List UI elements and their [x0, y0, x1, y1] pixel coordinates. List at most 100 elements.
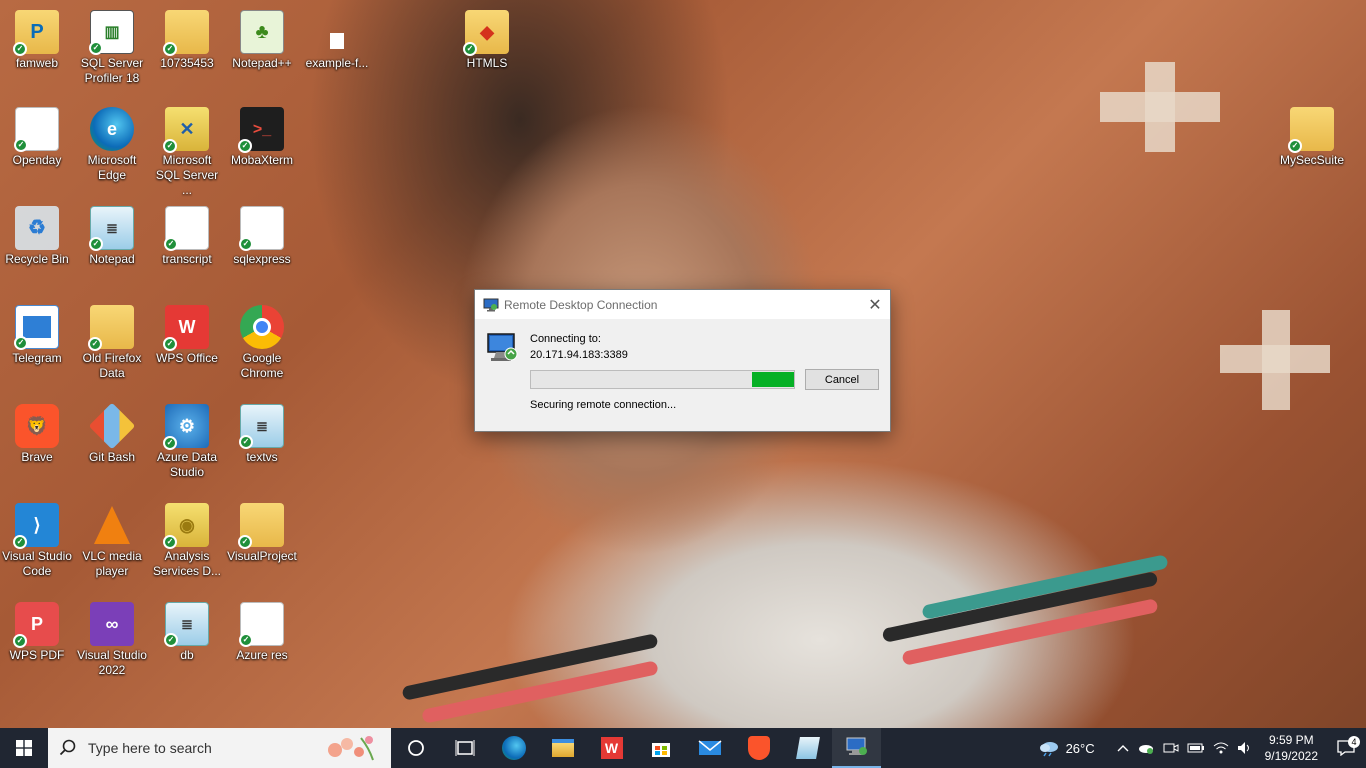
tray-battery[interactable] — [1183, 742, 1209, 754]
notepad-icon: ≣ ✓ — [239, 404, 284, 449]
cortana-button[interactable] — [391, 728, 440, 768]
desktop-icon-notepad[interactable]: ≣ ✓ Notepad — [75, 206, 149, 267]
battery-icon — [1187, 743, 1204, 753]
sync-status-icon: ✓ — [13, 42, 27, 56]
sql-server-icon: ✕ ✓ — [163, 107, 209, 153]
desktop-icon-wps-pdf[interactable]: P ✓ WPS PDF — [0, 602, 74, 663]
desktop-icon-wps-office[interactable]: W ✓ WPS Office — [150, 305, 224, 366]
desktop-icon-edge[interactable]: e Microsoft Edge — [75, 107, 149, 183]
desktop-icon-label: WPS Office — [156, 351, 218, 365]
notepad-icon — [795, 737, 820, 759]
tray-meet-now[interactable] — [1159, 741, 1183, 755]
taskbar-notepad[interactable] — [783, 728, 832, 768]
sync-status-icon: ✓ — [13, 634, 27, 648]
html-folder-icon: ◆ ✓ — [463, 10, 509, 56]
notepad-icon: ≣ ✓ — [89, 206, 134, 251]
desktop-icon-label: MySecSuite — [1279, 153, 1345, 167]
taskbar-microsoft-store[interactable] — [636, 728, 685, 768]
desktop-icon-brave[interactable]: 🦁 Brave — [0, 404, 74, 465]
desktop-icon-db[interactable]: ≣ ✓ db — [150, 602, 224, 663]
taskbar-mail[interactable] — [685, 728, 734, 768]
taskbar-search-box[interactable]: Type here to search — [48, 728, 391, 768]
desktop-icon-mobaxterm[interactable]: >_ ✓ MobaXterm — [225, 107, 299, 168]
sync-status-icon: ✓ — [163, 337, 177, 351]
wifi-icon — [1213, 742, 1228, 754]
show-hidden-icons-button[interactable] — [1113, 744, 1133, 752]
wps-office-icon: W ✓ — [163, 305, 209, 351]
desktop-icon-azure-res[interactable]: ≡ ✓ Azure res — [225, 602, 299, 663]
desktop-icon-label: Azure Data Studio — [156, 450, 218, 479]
desktop-icon-label: Telegram — [12, 351, 62, 365]
taskbar-edge[interactable] — [489, 728, 538, 768]
vscode-icon: ⟩ ✓ — [13, 503, 59, 549]
taskbar-file-explorer[interactable] — [538, 728, 587, 768]
desktop-icon-label: Old Firefox Data — [82, 351, 142, 380]
taskbar-wps-office[interactable]: W — [587, 728, 636, 768]
desktop-icon-label: Analysis Services D... — [152, 549, 221, 578]
desktop-icon-visual-studio[interactable]: ∞ Visual Studio 2022 — [75, 602, 149, 678]
desktop-icon-sql-profiler[interactable]: ▥ ✓ SQL Server Profiler 18 — [75, 10, 149, 86]
tray-wifi[interactable] — [1209, 741, 1233, 755]
sync-status-icon: ✓ — [14, 138, 28, 152]
camera-icon — [1163, 743, 1179, 753]
desktop-icon-example-file[interactable]: example-f... — [300, 10, 374, 71]
start-button[interactable] — [0, 728, 48, 768]
desktop-icon-recycle-bin[interactable]: ♻ Recycle Bin — [0, 206, 74, 267]
close-button[interactable]: ✕ — [860, 290, 890, 319]
tray-volume[interactable] — [1233, 741, 1257, 755]
sql-profiler-icon: ▥ ✓ — [89, 10, 134, 55]
task-view-button[interactable] — [440, 728, 489, 768]
desktop-icon-analysis-services[interactable]: ◉ ✓ Analysis Services D... — [150, 503, 224, 579]
tray-network-sync[interactable] — [1133, 741, 1159, 755]
taskbar-remote-desktop[interactable] — [832, 728, 881, 768]
taskbar-clock[interactable]: 9:59 PM 9/19/2022 — [1257, 732, 1326, 764]
desktop-icon-azure-data-studio[interactable]: ⚙ ✓ Azure Data Studio — [150, 404, 224, 480]
weather-widget[interactable]: 26°C — [1034, 739, 1099, 757]
brave-icon: 🦁 — [15, 404, 59, 448]
desktop-icon-htmls[interactable]: ◆ ✓ HTMLS — [450, 10, 524, 71]
sync-status-icon: ✓ — [239, 435, 253, 449]
desktop-icon-mysecsuite[interactable]: ✓ MySecSuite — [1275, 107, 1349, 168]
desktop-icon-label: 10735453 — [160, 56, 214, 70]
desktop-icon-transcript[interactable]: ≡ ✓ transcript — [150, 206, 224, 267]
desktop-icon-10735453[interactable]: ✓ 10735453 — [150, 10, 224, 71]
sync-status-icon: ✓ — [238, 535, 252, 549]
sync-status-icon: ✓ — [163, 436, 177, 450]
desktop-icon-label: SQL Server Profiler 18 — [80, 56, 144, 85]
desktop-icon-sqlexpress[interactable]: ≡ ✓ sqlexpress — [225, 206, 299, 267]
taskbar-brave[interactable] — [734, 728, 783, 768]
desktop-icon-old-firefox-data[interactable]: ✓ Old Firefox Data — [75, 305, 149, 381]
desktop-icon-label: HTMLS — [466, 56, 508, 70]
desktop-icon-label: Openday — [12, 153, 62, 167]
dialog-titlebar[interactable]: Remote Desktop Connection ✕ — [475, 290, 890, 319]
cancel-button[interactable]: Cancel — [805, 369, 879, 390]
chrome-icon — [240, 305, 284, 349]
desktop-icon-vscode[interactable]: ⟩ ✓ Visual Studio Code — [0, 503, 74, 579]
chevron-up-icon — [1117, 745, 1129, 752]
desktop-icon-git-bash[interactable]: Git Bash — [75, 402, 149, 465]
remote-desktop-icon — [846, 737, 867, 755]
action-center-button[interactable]: 4 — [1326, 736, 1366, 756]
task-view-icon — [455, 740, 474, 756]
folder-icon: ✓ — [163, 10, 209, 56]
desktop-icon-visualproject[interactable]: ✓ VisualProject — [225, 503, 299, 564]
weather-rain-cloud-icon — [1039, 742, 1058, 757]
analysis-services-icon: ◉ ✓ — [163, 503, 209, 549]
desktop-icon-chrome[interactable]: Google Chrome — [225, 305, 299, 381]
folder-icon: ✓ — [88, 305, 134, 351]
taskbar: Type here to search W 26°C 9:59 PM 9/19/… — [0, 728, 1366, 768]
system-tray: 26°C 9:59 PM 9/19/2022 4 — [1034, 728, 1366, 768]
desktop-icon-vlc[interactable]: VLC media player — [75, 503, 149, 579]
desktop-icon-famweb[interactable]: P ✓ famweb — [0, 10, 74, 71]
desktop-icon-notepadpp[interactable]: ♣ Notepad++ — [225, 10, 299, 71]
desktop-icon-openday[interactable]: ≡ ✓ Openday — [0, 107, 74, 168]
onedrive-sync-icon — [1138, 745, 1153, 754]
microsoft-store-icon — [651, 743, 670, 757]
sync-status-icon: ✓ — [13, 535, 27, 549]
clock-date: 9/19/2022 — [1264, 749, 1318, 763]
desktop-icon-sql-server[interactable]: ✕ ✓ Microsoft SQL Server ... — [150, 107, 224, 198]
desktop-icon-label: Google Chrome — [240, 351, 284, 380]
desktop-icon-telegram[interactable]: ✓ Telegram — [0, 305, 74, 366]
desktop-icon-textvs[interactable]: ≣ ✓ textvs — [225, 404, 299, 465]
sync-status-icon: ✓ — [239, 237, 253, 251]
